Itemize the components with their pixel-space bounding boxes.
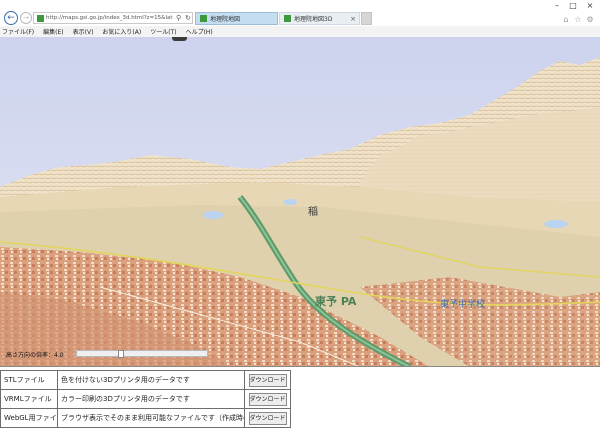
- menu-edit[interactable]: 編集(E): [43, 27, 63, 36]
- search-icon[interactable]: ⚲: [175, 14, 182, 22]
- download-row: VRMLファイル カラー印刷の3Dプリンタ用のデータです ダウンロード: [0, 389, 291, 409]
- tab-label: 地理院地図3D: [294, 16, 333, 23]
- file-format: WebGL用ファイル: [0, 408, 58, 428]
- file-description: 色を付けない3Dプリンタ用のデータです: [57, 370, 245, 390]
- menu-favorites[interactable]: お気に入り(A): [102, 27, 141, 36]
- download-row: WebGL用ファイルブラウザ表示でそのまま利用可能なファイルです（作成時の地図が…: [0, 408, 291, 428]
- menu-view[interactable]: 表示(V): [73, 27, 94, 36]
- new-tab-button[interactable]: [361, 12, 372, 25]
- height-scale-thumb[interactable]: [118, 350, 124, 358]
- download-button[interactable]: ダウンロード: [248, 373, 287, 387]
- terrain-3d-view[interactable]: 稲 東予 PA 東予中学校: [0, 37, 600, 367]
- terrain-render[interactable]: 稲 東予 PA 東予中学校: [0, 37, 600, 367]
- file-format: VRMLファイル: [0, 389, 58, 409]
- pond: [283, 199, 297, 205]
- forward-arrow-icon[interactable]: →: [20, 12, 32, 24]
- home-icon[interactable]: ⌂: [561, 14, 571, 24]
- menu-help[interactable]: ヘルプ(H): [186, 27, 213, 36]
- menu-file[interactable]: ファイル(F): [2, 27, 34, 36]
- tab-gsi-map-3d[interactable]: 地理院地図3D ×: [279, 12, 360, 25]
- map-label-school: 東予中学校: [440, 298, 485, 310]
- file-description: カラー印刷の3Dプリンタ用のデータです: [57, 389, 245, 409]
- map-label-place: 稲: [308, 206, 318, 218]
- download-table: STLファイル 色を付けない3Dプリンタ用のデータです ダウンロード VRMLファイル…: [0, 370, 291, 428]
- menu-tools[interactable]: ツール(T): [150, 27, 176, 36]
- tab-label: 地理院地図: [210, 16, 241, 23]
- site-favicon-icon: [37, 14, 44, 22]
- lake: [544, 220, 568, 228]
- back-arrow-icon[interactable]: ←: [4, 11, 18, 25]
- browser-chrome: ← → http://maps.gsi.go.jp/index_3d.html?…: [0, 0, 600, 26]
- menu-bar: ファイル(F) 編集(E) 表示(V) お気に入り(A) ツール(T) ヘルプ(…: [0, 26, 600, 37]
- maximize-icon[interactable]: □: [566, 0, 580, 10]
- minimize-icon[interactable]: –: [550, 0, 564, 10]
- tab-favicon-icon: [200, 15, 207, 22]
- download-cell: ダウンロード: [244, 389, 291, 409]
- address-bar[interactable]: http://maps.gsi.go.jp/index_3d.html?z=15…: [33, 12, 193, 24]
- tab-favicon-icon: [284, 15, 291, 22]
- height-scale-label: 高さ方向の倍率：4.0: [6, 352, 64, 359]
- panel-toggle-handle[interactable]: [172, 37, 187, 41]
- download-cell: ダウンロード: [244, 370, 291, 390]
- tab-gsi-map[interactable]: 地理院地図: [195, 12, 278, 25]
- gear-icon[interactable]: ⚙: [585, 14, 595, 24]
- close-tab-icon[interactable]: ×: [350, 15, 359, 23]
- height-scale-slider[interactable]: [76, 350, 208, 358]
- favorites-star-icon[interactable]: ☆: [573, 14, 583, 24]
- download-button[interactable]: ダウンロード: [248, 411, 287, 425]
- file-format: STLファイル: [0, 370, 58, 390]
- download-row: STLファイル 色を付けない3Dプリンタ用のデータです ダウンロード: [0, 370, 291, 390]
- download-cell: ダウンロード: [244, 408, 291, 428]
- address-url[interactable]: http://maps.gsi.go.jp/index_3d.html?z=15…: [46, 15, 173, 21]
- reservoir: [203, 211, 223, 219]
- file-description: ブラウザ表示でそのまま利用可能なファイルです（作成時の地図が必要です）: [57, 408, 245, 428]
- download-button[interactable]: ダウンロード: [248, 392, 287, 406]
- map-label-parking-area: 東予 PA: [315, 294, 357, 308]
- refresh-icon[interactable]: ↻: [184, 14, 192, 22]
- close-window-icon[interactable]: ×: [583, 0, 597, 10]
